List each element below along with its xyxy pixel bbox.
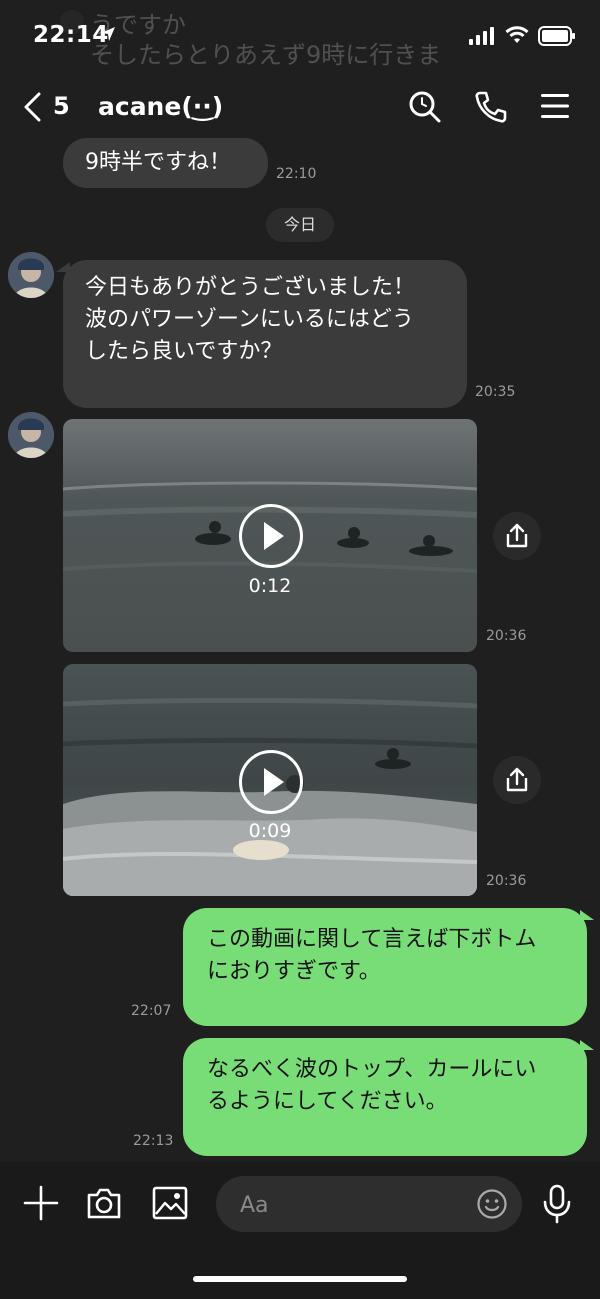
message-time: 22:13 <box>133 1133 174 1149</box>
message-line: におりすぎです。 <box>207 959 381 984</box>
bubble-tail <box>580 910 594 920</box>
message-bubble[interactable]: 今日もありがとうございました！ 波のパワーゾーンにいるにはどう したら良いですか… <box>63 260 467 408</box>
message-line: なるべく波のトップ、カールにい <box>207 1057 537 1082</box>
message-time: 22:07 <box>131 1003 172 1019</box>
message-text: 9時半ですね！ <box>85 150 231 175</box>
wifi-icon <box>505 26 529 43</box>
unread-count[interactable]: 5 <box>53 92 70 120</box>
video-duration: 0:12 <box>248 575 292 597</box>
avatar[interactable] <box>8 252 54 298</box>
chat-header: 5 acane(·͜·) <box>0 78 600 138</box>
status-bar: うですか そしたらとりあえず9時に行きます 22:14 <box>0 0 600 70</box>
back-chevron-icon[interactable] <box>22 92 42 122</box>
search-icon[interactable] <box>408 90 442 124</box>
message-field[interactable] <box>216 1176 522 1234</box>
location-arrow-icon <box>101 27 115 41</box>
home-indicator <box>193 1276 407 1282</box>
chat-title[interactable]: acane(·͜·) <box>98 92 223 121</box>
video-thumbnail[interactable]: 0:12 <box>63 419 477 652</box>
share-icon <box>506 767 528 792</box>
message-line: したら良いですか？ <box>85 339 283 364</box>
camera-icon[interactable] <box>85 1186 123 1220</box>
message-line: 今日もありがとうございました！ <box>85 275 416 300</box>
notification-line-2: そしたらとりあえず9時に行きます <box>90 41 440 69</box>
message-time: 22:10 <box>276 166 317 182</box>
message-line: るようにしてください。 <box>207 1089 448 1114</box>
message-time: 20:36 <box>486 873 527 889</box>
share-button[interactable] <box>493 756 541 804</box>
message-bubble[interactable]: なるべく波のトップ、カールにい るようにしてください。 <box>183 1038 587 1156</box>
message-input[interactable] <box>238 1176 462 1234</box>
notification-line-1: うですか <box>90 11 186 39</box>
play-icon[interactable] <box>239 504 303 568</box>
message-bubble[interactable]: 9時半ですね！ <box>63 138 268 188</box>
date-separator: 今日 <box>266 208 334 242</box>
battery-icon <box>538 26 575 46</box>
plus-icon[interactable] <box>22 1184 60 1222</box>
message-line: この動画に関して言えば下ボトム <box>207 927 537 952</box>
cellular-signal-icon <box>469 27 494 45</box>
message-bubble[interactable]: この動画に関して言えば下ボトム におりすぎです。 <box>183 908 587 1026</box>
share-button[interactable] <box>493 512 541 560</box>
message-line: 波のパワーゾーンにいるにはどう <box>85 307 414 332</box>
message-input-bar <box>0 1162 600 1299</box>
video-duration: 0:09 <box>248 820 292 842</box>
share-icon <box>506 523 528 548</box>
play-icon[interactable] <box>239 750 303 814</box>
message-time: 20:36 <box>486 628 527 644</box>
avatar[interactable] <box>8 412 54 458</box>
phone-call-icon[interactable] <box>474 90 508 124</box>
emoji-icon[interactable] <box>476 1188 508 1220</box>
image-icon[interactable] <box>152 1186 188 1220</box>
bubble-tail <box>580 1040 594 1050</box>
notification-preview: うですか そしたらとりあえず9時に行きます <box>60 10 440 80</box>
status-time: 22:14 <box>33 22 109 48</box>
message-time: 20:35 <box>475 384 516 400</box>
video-thumbnail[interactable]: 0:09 <box>63 664 477 896</box>
microphone-icon[interactable] <box>542 1184 572 1224</box>
menu-icon[interactable] <box>540 92 570 120</box>
